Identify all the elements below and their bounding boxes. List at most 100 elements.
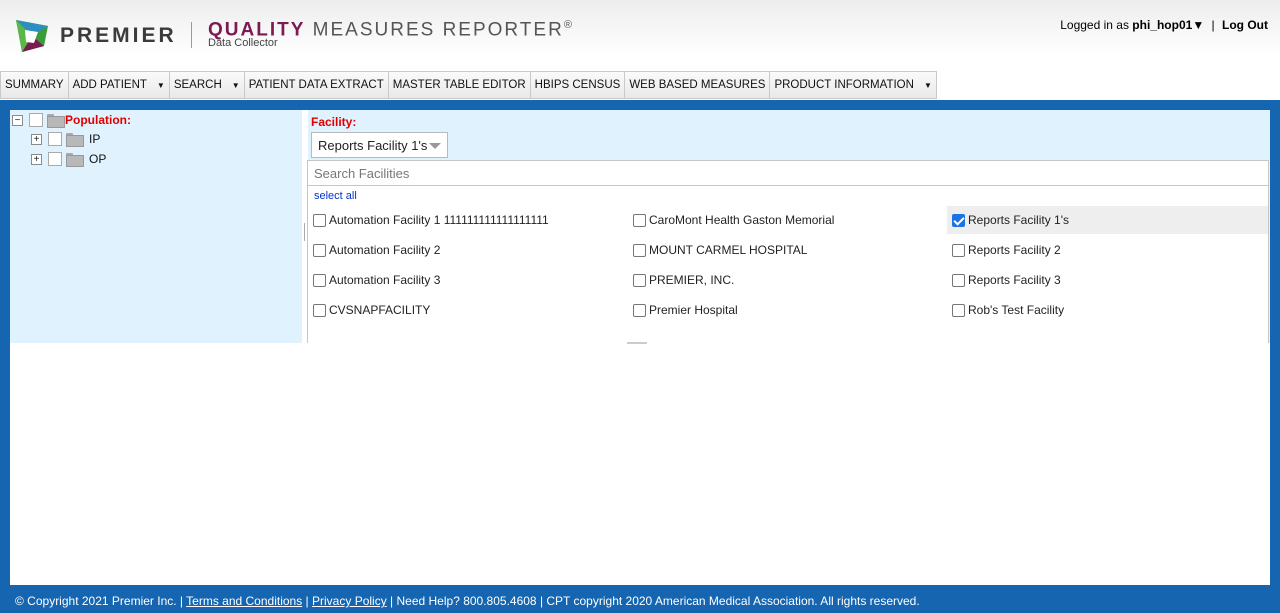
facility-option[interactable]: Reports Facility 3 [947, 266, 1268, 294]
folder-icon [66, 133, 84, 147]
nav-hbips-census[interactable]: HBIPS CENSUS [531, 72, 626, 98]
footer-copyright: © Copyright 2021 Premier Inc. | [15, 594, 187, 608]
product-title-rest: MEASURES REPORTER [305, 19, 564, 41]
brand-divider [191, 22, 192, 48]
checkbox[interactable] [633, 273, 646, 287]
facility-option-label: Reports Facility 1's [968, 213, 1069, 227]
registered-mark: ® [563, 19, 574, 31]
username: phi_hop01 [1132, 18, 1193, 32]
checkbox[interactable] [952, 273, 965, 287]
product-subtitle: Data Collector [208, 37, 278, 49]
facility-option-label: Automation Facility 1 111111111111111111 [329, 213, 549, 227]
checkbox[interactable] [952, 303, 965, 317]
terms-link[interactable]: Terms and Conditions [186, 594, 302, 608]
facility-option[interactable]: MOUNT CARMEL HOSPITAL [628, 236, 948, 264]
nav-master-table-editor[interactable]: MASTER TABLE EDITOR [389, 72, 531, 98]
facility-option-label: Rob's Test Facility [968, 303, 1065, 317]
facility-option[interactable]: CVSNAPFACILITY [308, 296, 628, 324]
facility-label: Facility: [311, 115, 357, 129]
facility-option-label: Automation Facility 2 [329, 243, 441, 257]
nav-web-based-measures[interactable]: WEB BASED MEASURES [625, 72, 771, 98]
nav-label: PATIENT DATA EXTRACT [248, 79, 384, 91]
nav-search[interactable]: SEARCH ▼ [170, 72, 245, 98]
facility-option-label: CVSNAPFACILITY [329, 303, 431, 317]
facility-option-label: Reports Facility 3 [968, 273, 1061, 287]
folder-open-icon [47, 114, 65, 128]
facility-option-label: CaroMont Health Gaston Memorial [649, 213, 835, 227]
privacy-link[interactable]: Privacy Policy [312, 594, 387, 608]
select-all-link[interactable]: select all [314, 190, 357, 202]
folder-icon [66, 153, 84, 167]
nav-add-patient[interactable]: ADD PATIENT ▼ [69, 72, 170, 98]
chevron-down-icon [429, 143, 441, 149]
nav-label: MASTER TABLE EDITOR [392, 79, 526, 91]
facility-select[interactable]: Reports Facility 1's [311, 132, 448, 158]
premier-logo-icon [16, 20, 48, 52]
facility-search-input[interactable] [308, 161, 1268, 186]
tree-node-ip: + IP [31, 132, 100, 147]
brand-name: PREMIER [60, 24, 177, 47]
tree-checkbox-ip[interactable] [48, 132, 62, 146]
checkbox[interactable] [313, 243, 326, 257]
checkbox-checked[interactable] [952, 213, 965, 227]
main-nav: SUMMARY ADD PATIENT ▼ SEARCH ▼ PATIENT DAT… [0, 71, 937, 99]
facility-option[interactable]: Premier Hospital [628, 296, 948, 324]
nav-label: SEARCH [173, 79, 222, 91]
checkbox[interactable] [633, 243, 646, 257]
population-label: Population: [65, 113, 131, 127]
nav-summary[interactable]: SUMMARY [1, 72, 69, 98]
facility-option-label: PREMIER, INC. [649, 273, 735, 287]
facility-option-label: Automation Facility 3 [329, 273, 441, 287]
facility-option[interactable]: CaroMont Health Gaston Memorial [628, 206, 948, 234]
facility-option-label: Reports Facility 2 [968, 243, 1061, 257]
tree-node-population: − Population: [12, 113, 131, 128]
tree-node-op: + OP [31, 152, 106, 167]
facility-panel: Facility: Reports Facility 1's select al… [307, 110, 1270, 344]
tree-checkbox-op[interactable] [48, 152, 62, 166]
login-separator: | [1211, 18, 1215, 32]
checkbox[interactable] [313, 303, 326, 317]
facility-option-label: Premier Hospital [649, 303, 738, 317]
facility-option[interactable]: Rob's Test Facility [947, 296, 1268, 324]
nav-patient-data-extract[interactable]: PATIENT DATA EXTRACT [245, 72, 389, 98]
dropdown-caret-icon: ▼ [923, 80, 932, 90]
facility-dropdown-list: select all Automation Facility 1 1111111… [307, 160, 1269, 344]
resize-grip-icon[interactable] [627, 342, 647, 344]
nav-label: ADD PATIENT [72, 79, 147, 91]
expand-icon[interactable]: + [31, 133, 42, 145]
facility-option[interactable]: PREMIER, INC. [628, 266, 948, 294]
checkbox[interactable] [313, 273, 326, 287]
footer-separator: | [302, 594, 313, 608]
nav-label: SUMMARY [5, 79, 64, 91]
facility-option[interactable]: Automation Facility 2 [308, 236, 628, 264]
checkbox[interactable] [313, 213, 326, 227]
splitter-grip-icon[interactable] [304, 223, 305, 241]
tree-label-ip[interactable]: IP [89, 132, 100, 146]
footer-help-text: | Need Help? 800.805.4608 | CPT copyrigh… [386, 594, 920, 608]
facility-option-label: MOUNT CARMEL HOSPITAL [649, 243, 808, 257]
footer: © Copyright 2021 Premier Inc. | Terms an… [15, 594, 920, 608]
tree-checkbox-population[interactable] [29, 113, 43, 127]
nav-label: HBIPS CENSUS [534, 79, 621, 91]
expand-icon[interactable]: + [31, 153, 42, 165]
facility-option[interactable]: Automation Facility 3 [308, 266, 628, 294]
main-content: − Population: + IP + OP Facility: Report… [10, 110, 1270, 585]
facility-option-selected[interactable]: Reports Facility 1's [947, 206, 1268, 234]
login-status: Logged in as phi_hop01▼ | Log Out [1060, 18, 1268, 32]
population-tree-panel: − Population: + IP + OP [10, 110, 302, 343]
nav-label: WEB BASED MEASURES [629, 79, 766, 91]
collapse-icon[interactable]: − [12, 114, 23, 126]
logout-link[interactable]: Log Out [1222, 18, 1268, 32]
facility-option[interactable]: Reports Facility 2 [947, 236, 1268, 264]
nav-label: PRODUCT INFORMATION [774, 79, 914, 91]
nav-product-information[interactable]: PRODUCT INFORMATION ▼ [770, 72, 935, 98]
logged-in-prefix: Logged in as [1060, 18, 1133, 32]
facility-option[interactable]: Automation Facility 1 111111111111111111 [308, 206, 628, 234]
checkbox[interactable] [633, 303, 646, 317]
user-menu[interactable]: phi_hop01▼ [1132, 18, 1204, 32]
tree-label-op[interactable]: OP [89, 152, 106, 166]
checkbox[interactable] [633, 213, 646, 227]
dropdown-caret-icon: ▼ [231, 80, 240, 90]
checkbox[interactable] [952, 243, 965, 257]
user-menu-caret-icon: ▼ [1192, 18, 1205, 32]
